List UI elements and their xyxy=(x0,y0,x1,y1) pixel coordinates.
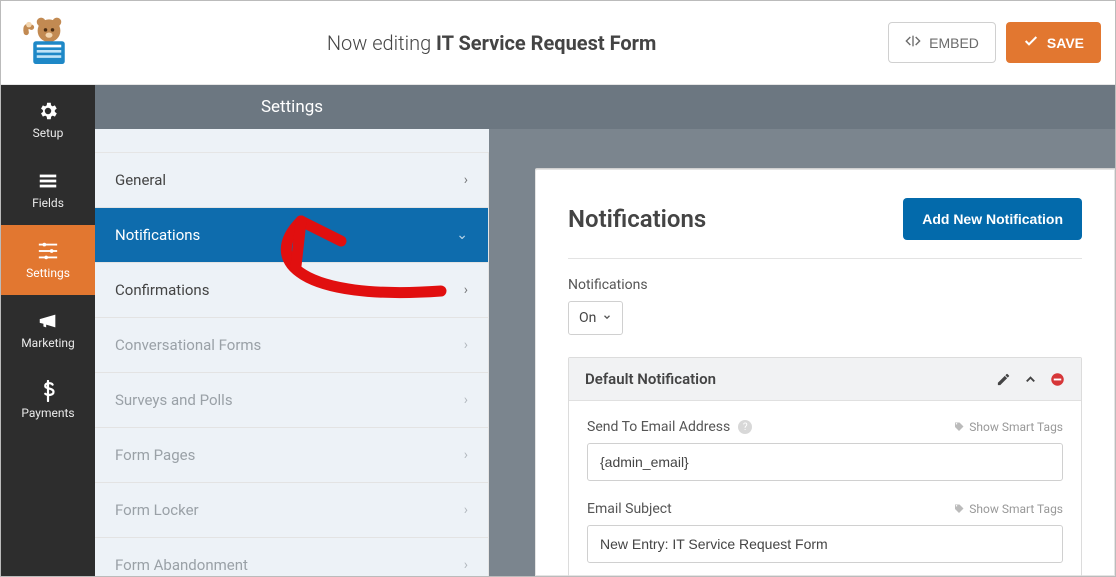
row-send-to: Send To Email Address ? Show Smart Tags xyxy=(587,419,1063,481)
sidebar-item-label: Form Abandonment xyxy=(115,556,248,574)
form-name: IT Service Request Form xyxy=(436,31,656,55)
send-to-input[interactable] xyxy=(587,443,1063,481)
check-icon xyxy=(1023,33,1039,52)
chevron-right-icon: › xyxy=(464,392,468,408)
collapse-icon[interactable] xyxy=(1023,372,1038,387)
nav-label: Marketing xyxy=(21,336,75,350)
nav-label: Payments xyxy=(21,406,74,420)
sidebar-item-conversational-forms[interactable]: Conversational Forms › xyxy=(95,318,488,373)
topbar: Now editing IT Service Request Form EMBE… xyxy=(1,1,1115,85)
nav-setup[interactable]: Setup xyxy=(1,85,95,155)
sidebar-item-label: Notifications xyxy=(115,226,200,244)
nav-marketing[interactable]: Marketing xyxy=(1,295,95,365)
notifications-panel: Notifications Add New Notification Notif… xyxy=(535,169,1115,576)
settings-sidebar-list: General › Notifications ⌄ Confirmations … xyxy=(95,153,489,576)
embed-label: EMBED xyxy=(929,35,979,51)
show-smart-tags[interactable]: Show Smart Tags xyxy=(953,420,1063,434)
code-icon xyxy=(905,33,921,52)
help-icon[interactable]: ? xyxy=(738,420,752,434)
subject-input[interactable] xyxy=(587,525,1063,563)
row-subject: Email Subject Show Smart Tags xyxy=(587,501,1063,563)
sidebar-item-form-pages[interactable]: Form Pages › xyxy=(95,428,488,483)
smart-tags-label: Show Smart Tags xyxy=(969,502,1063,516)
sidebar-item-label: Form Locker xyxy=(115,501,199,519)
chevron-right-icon: › xyxy=(464,557,468,573)
chevron-right-icon: › xyxy=(464,447,468,463)
card-head: Default Notification xyxy=(569,358,1081,401)
add-notification-label: Add New Notification xyxy=(922,211,1063,227)
settings-sidebar: Settings General › Notifications ⌄ Confi… xyxy=(95,85,489,576)
main: Setup Fields Settings Marketing Payments… xyxy=(1,85,1115,576)
delete-icon[interactable] xyxy=(1050,372,1065,387)
nav-label: Fields xyxy=(32,196,64,210)
add-notification-button[interactable]: Add New Notification xyxy=(903,198,1082,240)
chevron-down-icon: ⌄ xyxy=(456,227,468,243)
sidebar-item-label: Surveys and Polls xyxy=(115,391,233,409)
smart-tags-label: Show Smart Tags xyxy=(969,420,1063,434)
page-title: Now editing IT Service Request Form xyxy=(95,31,888,55)
toggle-value: On xyxy=(579,310,596,326)
chevron-right-icon: › xyxy=(464,337,468,353)
notifications-toggle-block: Notifications On xyxy=(568,259,1082,335)
sidebar-item-notifications[interactable]: Notifications ⌄ xyxy=(95,208,488,263)
notification-card: Default Notification xyxy=(568,357,1082,576)
subject-label: Email Subject xyxy=(587,501,672,517)
nav-settings[interactable]: Settings xyxy=(1,225,95,295)
card-action-icons xyxy=(996,372,1065,387)
panel-head: Notifications Add New Notification xyxy=(568,198,1082,259)
panel-heading: Notifications xyxy=(568,205,706,233)
nav-payments[interactable]: Payments xyxy=(1,365,95,435)
app-root: Now editing IT Service Request Form EMBE… xyxy=(0,0,1116,577)
editing-prefix: Now editing xyxy=(327,31,431,55)
top-actions: EMBED SAVE xyxy=(888,22,1101,63)
save-label: SAVE xyxy=(1047,35,1084,51)
sidebar-item-confirmations[interactable]: Confirmations › xyxy=(95,263,488,318)
send-to-label-text: Send To Email Address xyxy=(587,419,730,435)
show-smart-tags[interactable]: Show Smart Tags xyxy=(953,502,1063,516)
nav-label: Settings xyxy=(26,266,70,280)
nav-label: Setup xyxy=(33,126,64,140)
sidebar-item-label: Form Pages xyxy=(115,446,195,464)
edit-icon[interactable] xyxy=(996,372,1011,387)
settings-sidebar-title: Settings xyxy=(95,85,489,129)
chevron-right-icon: › xyxy=(464,172,468,188)
sidebar-item-form-locker[interactable]: Form Locker › xyxy=(95,483,488,538)
sidebar-item-label: Confirmations xyxy=(115,281,209,299)
send-to-label: Send To Email Address ? xyxy=(587,419,752,435)
content-wrap: Notifications Add New Notification Notif… xyxy=(489,85,1115,576)
embed-button[interactable]: EMBED xyxy=(888,22,996,63)
card-body: Send To Email Address ? Show Smart Tags xyxy=(569,401,1081,576)
sidebar-item-label: Conversational Forms xyxy=(115,336,261,354)
content-gray: Notifications Add New Notification Notif… xyxy=(489,129,1115,576)
sidebar-item-general[interactable]: General › xyxy=(95,153,488,208)
nav-fields[interactable]: Fields xyxy=(1,155,95,225)
card-title: Default Notification xyxy=(585,370,716,388)
chevron-right-icon: › xyxy=(464,282,468,298)
chevron-right-icon: › xyxy=(464,502,468,518)
navrail: Setup Fields Settings Marketing Payments xyxy=(1,85,95,576)
toggle-label: Notifications xyxy=(568,277,1082,293)
save-button[interactable]: SAVE xyxy=(1006,22,1101,63)
chevron-down-icon xyxy=(602,310,612,326)
logo xyxy=(15,9,83,77)
sidebar-item-label: General xyxy=(115,171,166,189)
sidebar-spacer xyxy=(95,129,489,153)
sidebar-item-form-abandonment[interactable]: Form Abandonment › xyxy=(95,538,488,576)
notifications-toggle[interactable]: On xyxy=(568,301,623,335)
sidebar-item-surveys-polls[interactable]: Surveys and Polls › xyxy=(95,373,488,428)
content-topstrip xyxy=(489,85,1115,129)
